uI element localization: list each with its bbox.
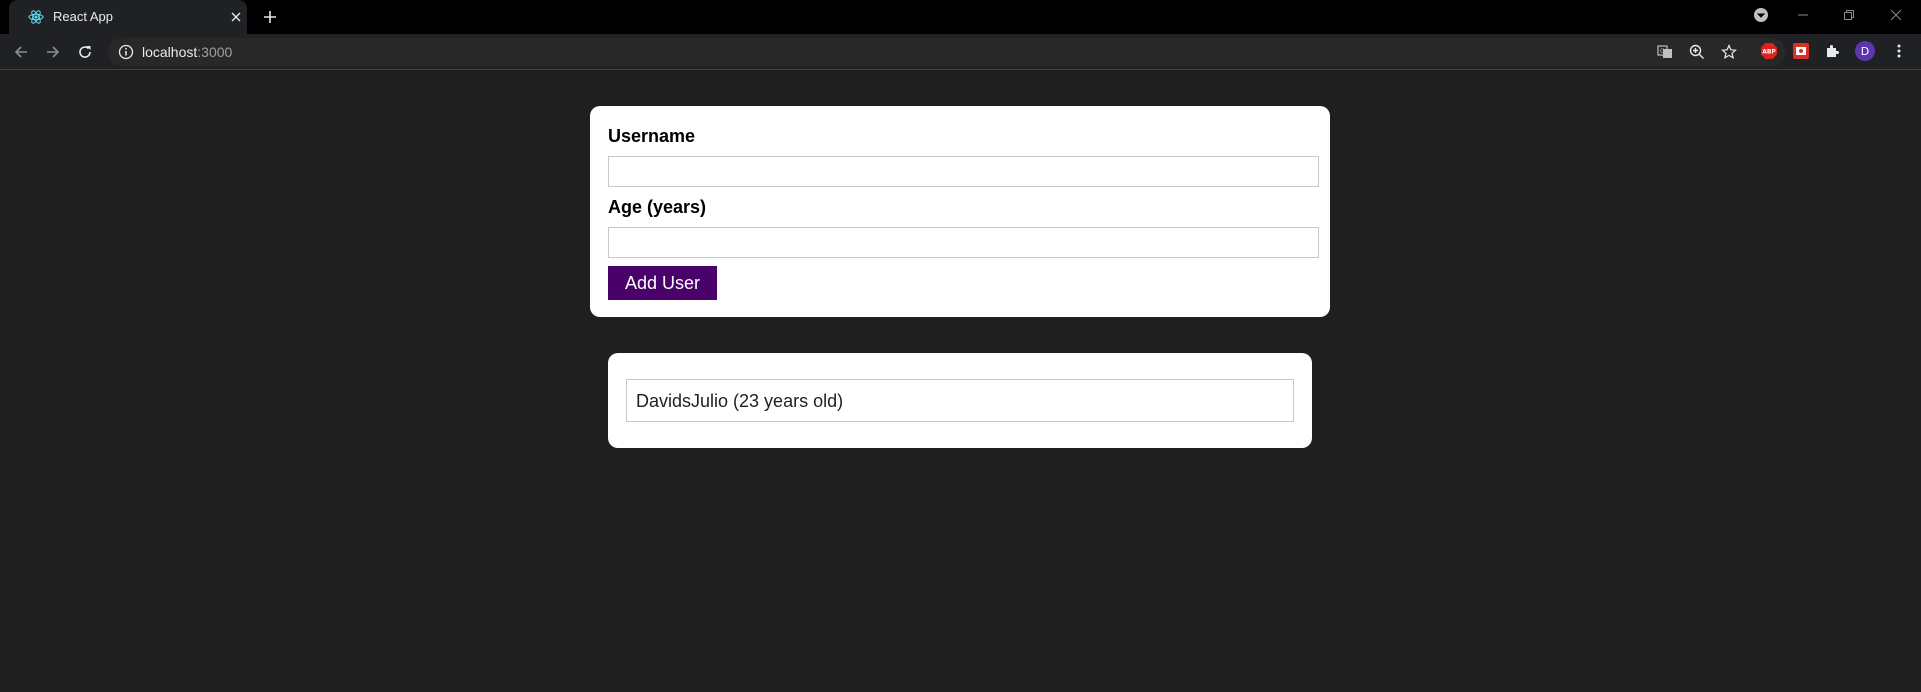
url-host: localhost	[142, 44, 198, 60]
age-label: Age (years)	[608, 197, 707, 217]
username-label: Username	[608, 126, 696, 146]
adblock-plus-icon[interactable]: ABP	[1759, 41, 1779, 61]
minimize-icon[interactable]	[1780, 0, 1826, 30]
screen-capture-extension-icon[interactable]	[1791, 41, 1811, 61]
list-item: DavidsJulio (23 years old)	[626, 379, 1294, 422]
users-list: DavidsJulio (23 years old)	[608, 353, 1312, 448]
abp-label: ABP	[1762, 49, 1776, 56]
info-icon[interactable]	[118, 44, 134, 60]
react-logo-icon	[28, 9, 44, 25]
url-port: :3000	[197, 44, 233, 60]
restore-icon[interactable]	[1826, 0, 1872, 30]
close-icon[interactable]	[228, 9, 244, 25]
add-user-form: Username Age (years) Add User	[590, 106, 1330, 317]
reload-icon[interactable]	[73, 40, 97, 64]
arrow-right-icon[interactable]	[41, 40, 65, 64]
age-input[interactable]	[608, 227, 1319, 258]
avatar[interactable]: D	[1855, 41, 1875, 61]
svg-text:G: G	[1660, 48, 1665, 55]
browser-tab[interactable]: React App	[9, 0, 247, 34]
tab-strip: React App	[0, 0, 1921, 34]
url-text[interactable]: localhost:3000	[142, 44, 232, 60]
tab-title: React App	[53, 9, 113, 24]
browser-toolbar: localhost:3000 G ABP D	[0, 34, 1921, 70]
star-icon[interactable]	[1720, 43, 1738, 61]
window-close-icon[interactable]	[1873, 0, 1919, 30]
tab-search-icon[interactable]	[1738, 0, 1784, 30]
add-user-button[interactable]: Add User	[608, 266, 717, 300]
address-bar[interactable]: localhost:3000 G	[108, 38, 1786, 66]
arrow-left-icon[interactable]	[9, 40, 33, 64]
zoom-icon[interactable]	[1688, 43, 1706, 61]
puzzle-icon[interactable]	[1823, 41, 1843, 61]
kebab-menu-icon[interactable]	[1889, 41, 1909, 61]
username-input[interactable]	[608, 156, 1319, 187]
plus-icon[interactable]	[260, 7, 280, 27]
translate-icon[interactable]: G	[1656, 43, 1674, 61]
avatar-initial: D	[1861, 45, 1869, 58]
